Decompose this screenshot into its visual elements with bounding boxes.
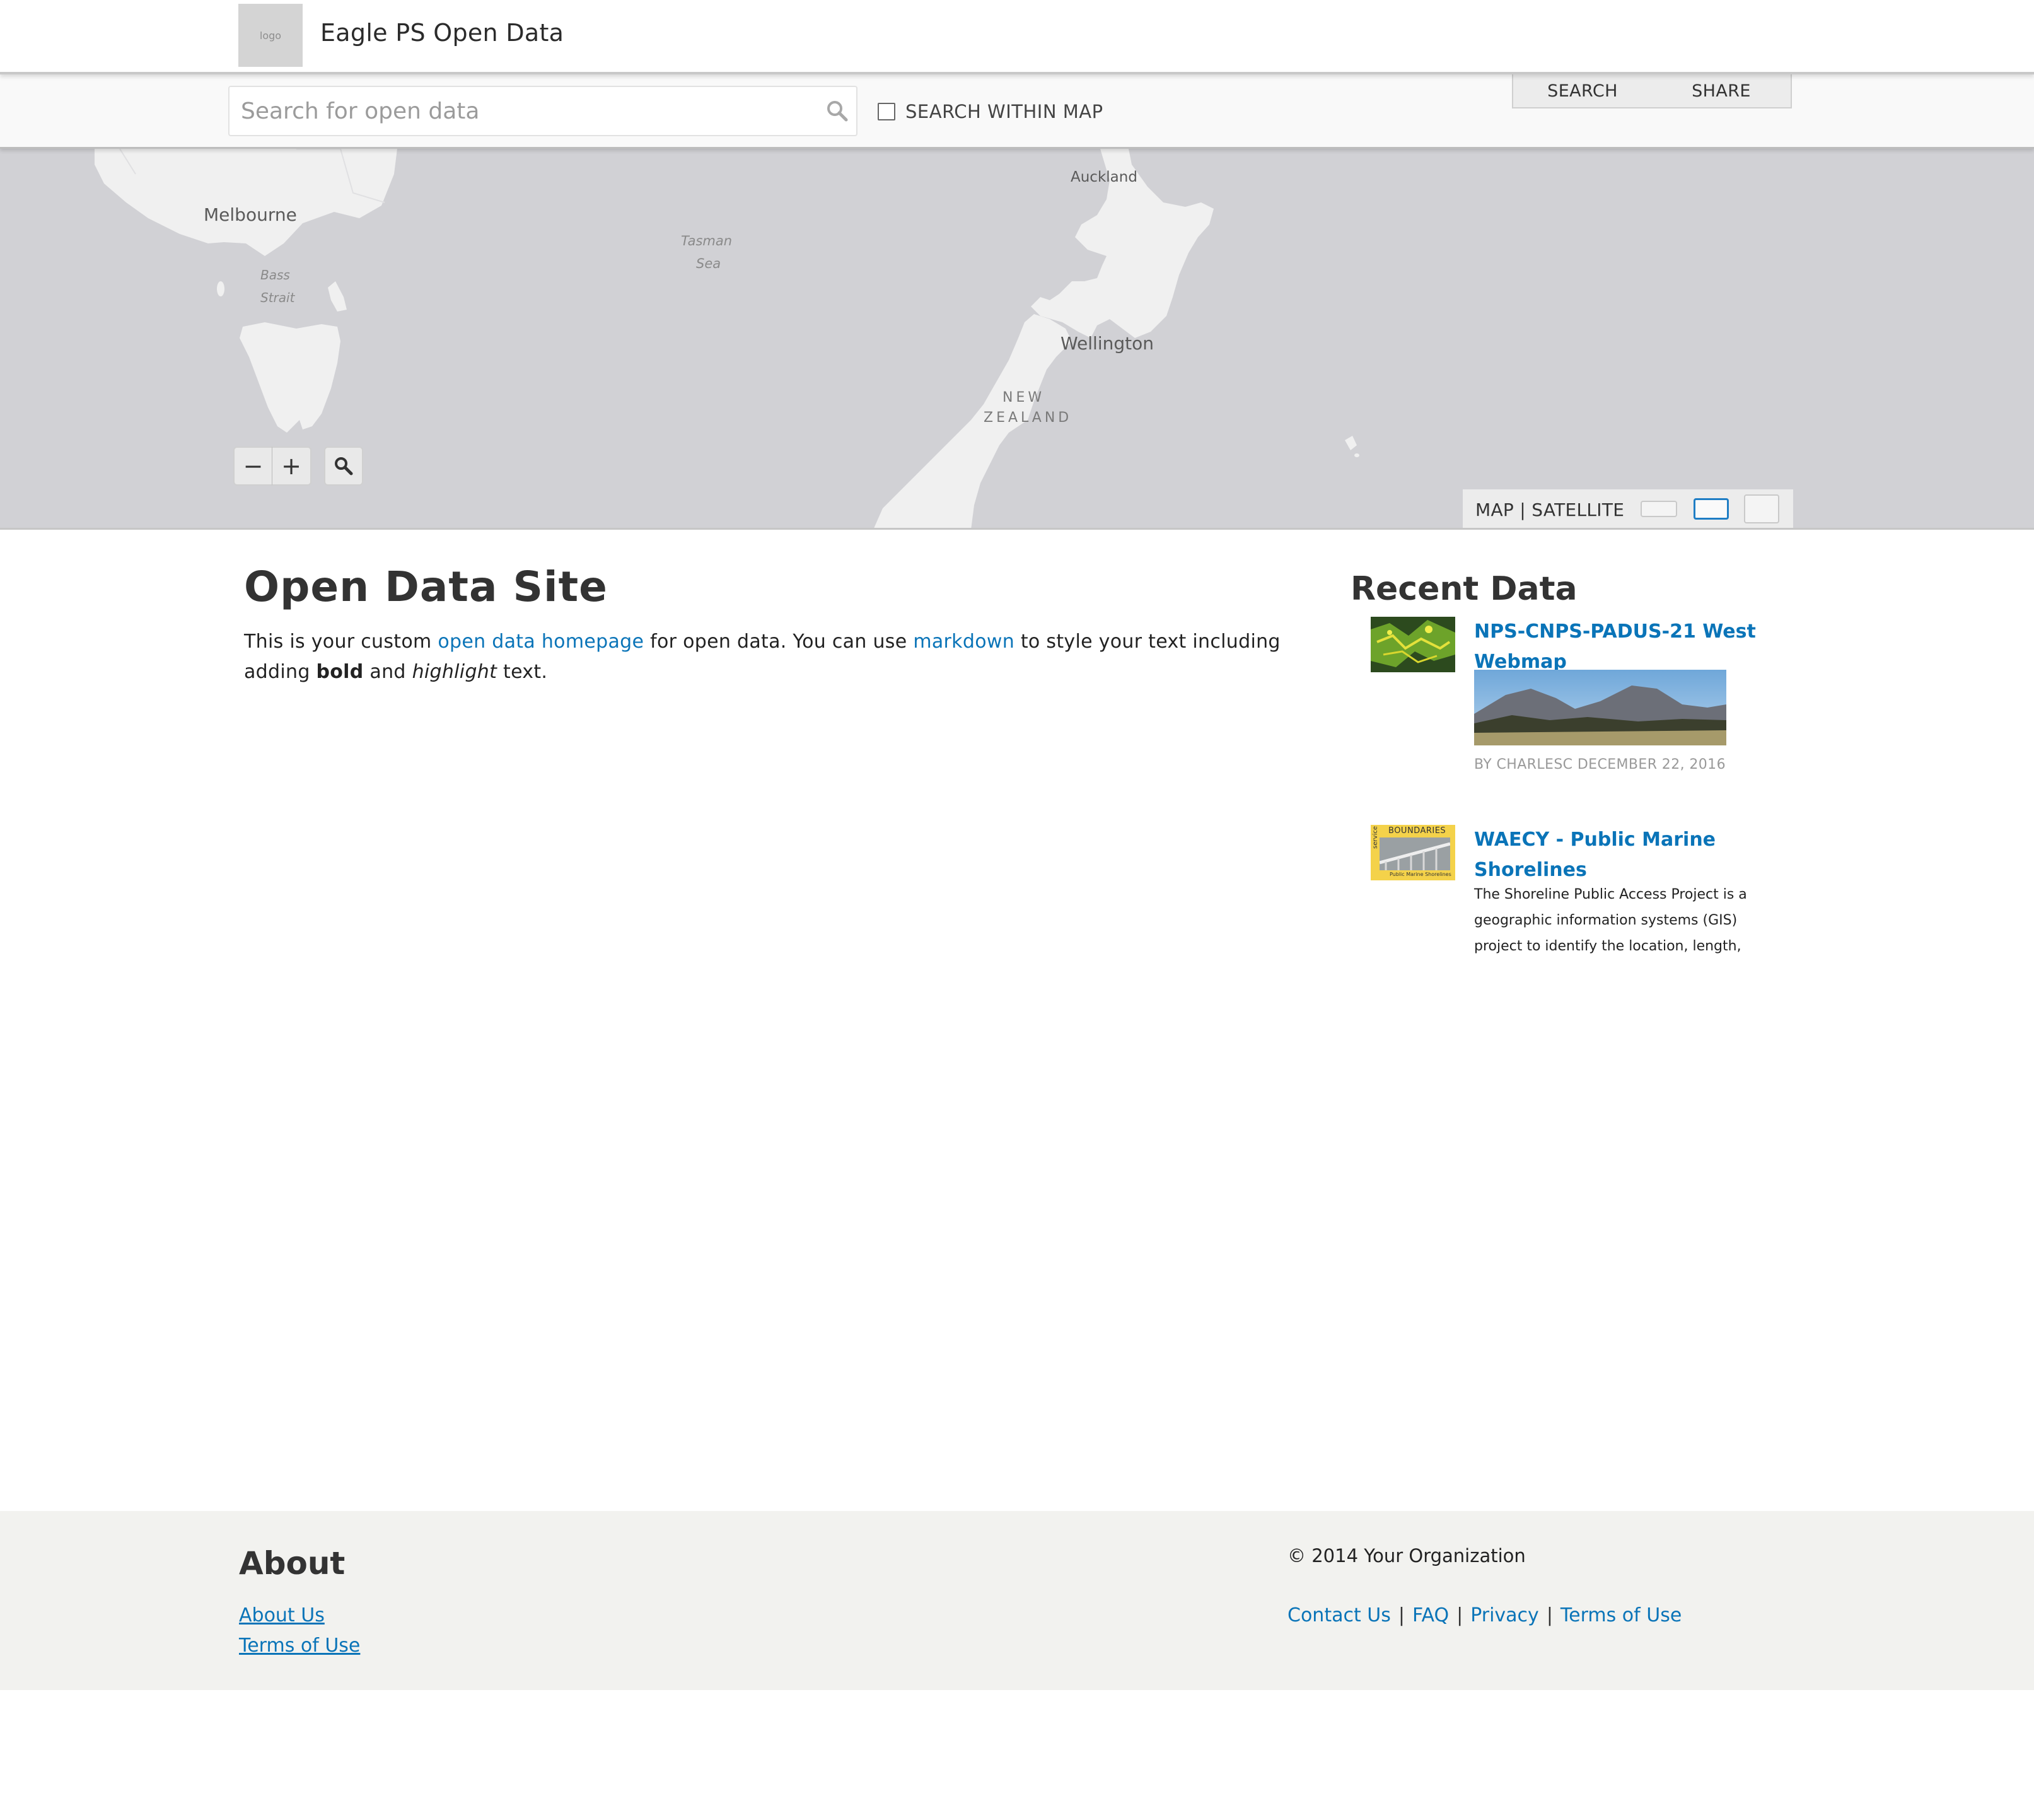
- basemap-thumb-streets[interactable]: [1694, 498, 1729, 520]
- map-label-melbourne: Melbourne: [204, 204, 297, 225]
- map-label-bass-strait-2: Strait: [260, 290, 295, 305]
- site-title[interactable]: Eagle PS Open Data: [320, 19, 564, 47]
- map-label-bass-strait-1: Bass: [260, 267, 290, 283]
- footer-separator: |: [1456, 1604, 1463, 1626]
- description-line: The Shoreline Public Access Project is a: [1474, 887, 1747, 902]
- footer-faq-link[interactable]: FAQ: [1412, 1604, 1449, 1626]
- map-label-wellington: Wellington: [1061, 333, 1154, 354]
- search-bar: SEARCH WITHIN MAP SEARCH SHARE: [0, 74, 2034, 149]
- search-input[interactable]: [230, 87, 856, 135]
- footer-contact-link[interactable]: Contact Us: [1287, 1604, 1391, 1626]
- logo-placeholder-text: logo: [259, 29, 282, 42]
- search-within-map-checkbox[interactable]: [878, 103, 895, 120]
- recent-item: NPS-CNPS-PADUS-21 West Webmap BY CHARLES…: [1371, 617, 1762, 781]
- map-label-tasman-1: Tasman: [681, 233, 733, 248]
- recent-item-byline: BY CHARLESC DECEMBER 22, 2016: [1474, 757, 1726, 773]
- map-search-button[interactable]: [324, 446, 363, 486]
- recent-data-heading: Recent Data: [1351, 570, 1578, 608]
- tab-search[interactable]: SEARCH: [1513, 74, 1652, 107]
- footer-separator: |: [1398, 1604, 1405, 1626]
- site-logo[interactable]: logo: [238, 4, 303, 67]
- footer-terms-nav-link[interactable]: Terms of Use: [1560, 1604, 1682, 1626]
- intro-bold-text: bold: [316, 661, 364, 683]
- map-view[interactable]: Melbourne Bass Strait Tasman Sea Aucklan…: [0, 149, 2034, 530]
- map-zoom-controls: − +: [233, 446, 363, 486]
- action-tabs: SEARCH SHARE: [1512, 74, 1792, 108]
- markdown-link[interactable]: markdown: [913, 631, 1014, 653]
- open-data-homepage-link[interactable]: open data homepage: [438, 631, 644, 653]
- recent-item-title-link[interactable]: WAECY - Public Marine Shorelines: [1474, 825, 1762, 885]
- intro-text-part: for open data. You can use: [644, 631, 914, 653]
- thumbnail-side-text: service: [1372, 826, 1379, 849]
- intro-italic-text: highlight: [412, 661, 497, 683]
- search-box: [228, 86, 857, 136]
- intro-text-part: and: [363, 661, 412, 683]
- recent-item: service BOUNDARIES Public Marine Shoreli…: [1371, 825, 1762, 957]
- map-label-tasman-2: Sea: [696, 256, 721, 271]
- search-within-map-label: SEARCH WITHIN MAP: [905, 101, 1103, 122]
- search-within-map-toggle[interactable]: SEARCH WITHIN MAP: [878, 101, 1103, 122]
- footer-separator: |: [1546, 1604, 1553, 1626]
- zoom-in-button[interactable]: +: [272, 446, 311, 486]
- intro-text-part: text.: [497, 661, 548, 683]
- footer-terms-link[interactable]: Terms of Use: [239, 1635, 360, 1657]
- basemap-thumb-gray[interactable]: [1641, 501, 1677, 517]
- search-icon[interactable]: [825, 98, 850, 124]
- magnifier-icon: [335, 457, 353, 475]
- recent-item-title-link[interactable]: NPS-CNPS-PADUS-21 West Webmap: [1474, 617, 1762, 677]
- thumbnail-caption: Public Marine Shorelines: [1390, 872, 1451, 877]
- basemap-label[interactable]: MAP | SATELLITE: [1475, 499, 1624, 520]
- footer-copyright: © 2014 Your Organization: [1287, 1545, 1526, 1566]
- map-label-zealand: ZEALAND: [984, 410, 1072, 426]
- basemap-thumb-satellite[interactable]: [1744, 494, 1779, 523]
- page-title: Open Data Site: [244, 563, 608, 611]
- footer-nav: Contact Us | FAQ | Privacy | Terms of Use: [1287, 1604, 1682, 1626]
- map-label-new: NEW: [1002, 390, 1045, 405]
- map-label-auckland: Auckland: [1071, 169, 1137, 185]
- recent-item-mountain-image[interactable]: [1474, 670, 1726, 745]
- footer-about-us-link[interactable]: About Us: [239, 1604, 325, 1626]
- site-footer: About About Us Terms of Use © 2014 Your …: [0, 1511, 2034, 1690]
- intro-text-part: This is your custom: [244, 631, 438, 653]
- recent-item-thumbnail[interactable]: [1371, 617, 1455, 672]
- intro-text: This is your custom open data homepage f…: [244, 627, 1328, 687]
- zoom-out-button[interactable]: −: [233, 446, 272, 486]
- tab-share[interactable]: SHARE: [1652, 74, 1791, 107]
- thumbnail-title-text: BOUNDARIES: [1388, 826, 1446, 836]
- description-line: geographic information systems (GIS): [1474, 913, 1738, 928]
- footer-privacy-link[interactable]: Privacy: [1470, 1604, 1539, 1626]
- recent-item-description: The Shoreline Public Access Project is a…: [1474, 882, 1764, 959]
- site-header: logo Eagle PS Open Data: [0, 0, 2034, 74]
- recent-item-thumbnail[interactable]: service BOUNDARIES Public Marine Shoreli…: [1371, 825, 1455, 880]
- description-line: project to identify the location, length…: [1474, 938, 1741, 954]
- basemap-switcher: MAP | SATELLITE: [1463, 489, 1793, 528]
- pier-icon: [1380, 837, 1450, 870]
- footer-about-heading: About: [239, 1545, 346, 1582]
